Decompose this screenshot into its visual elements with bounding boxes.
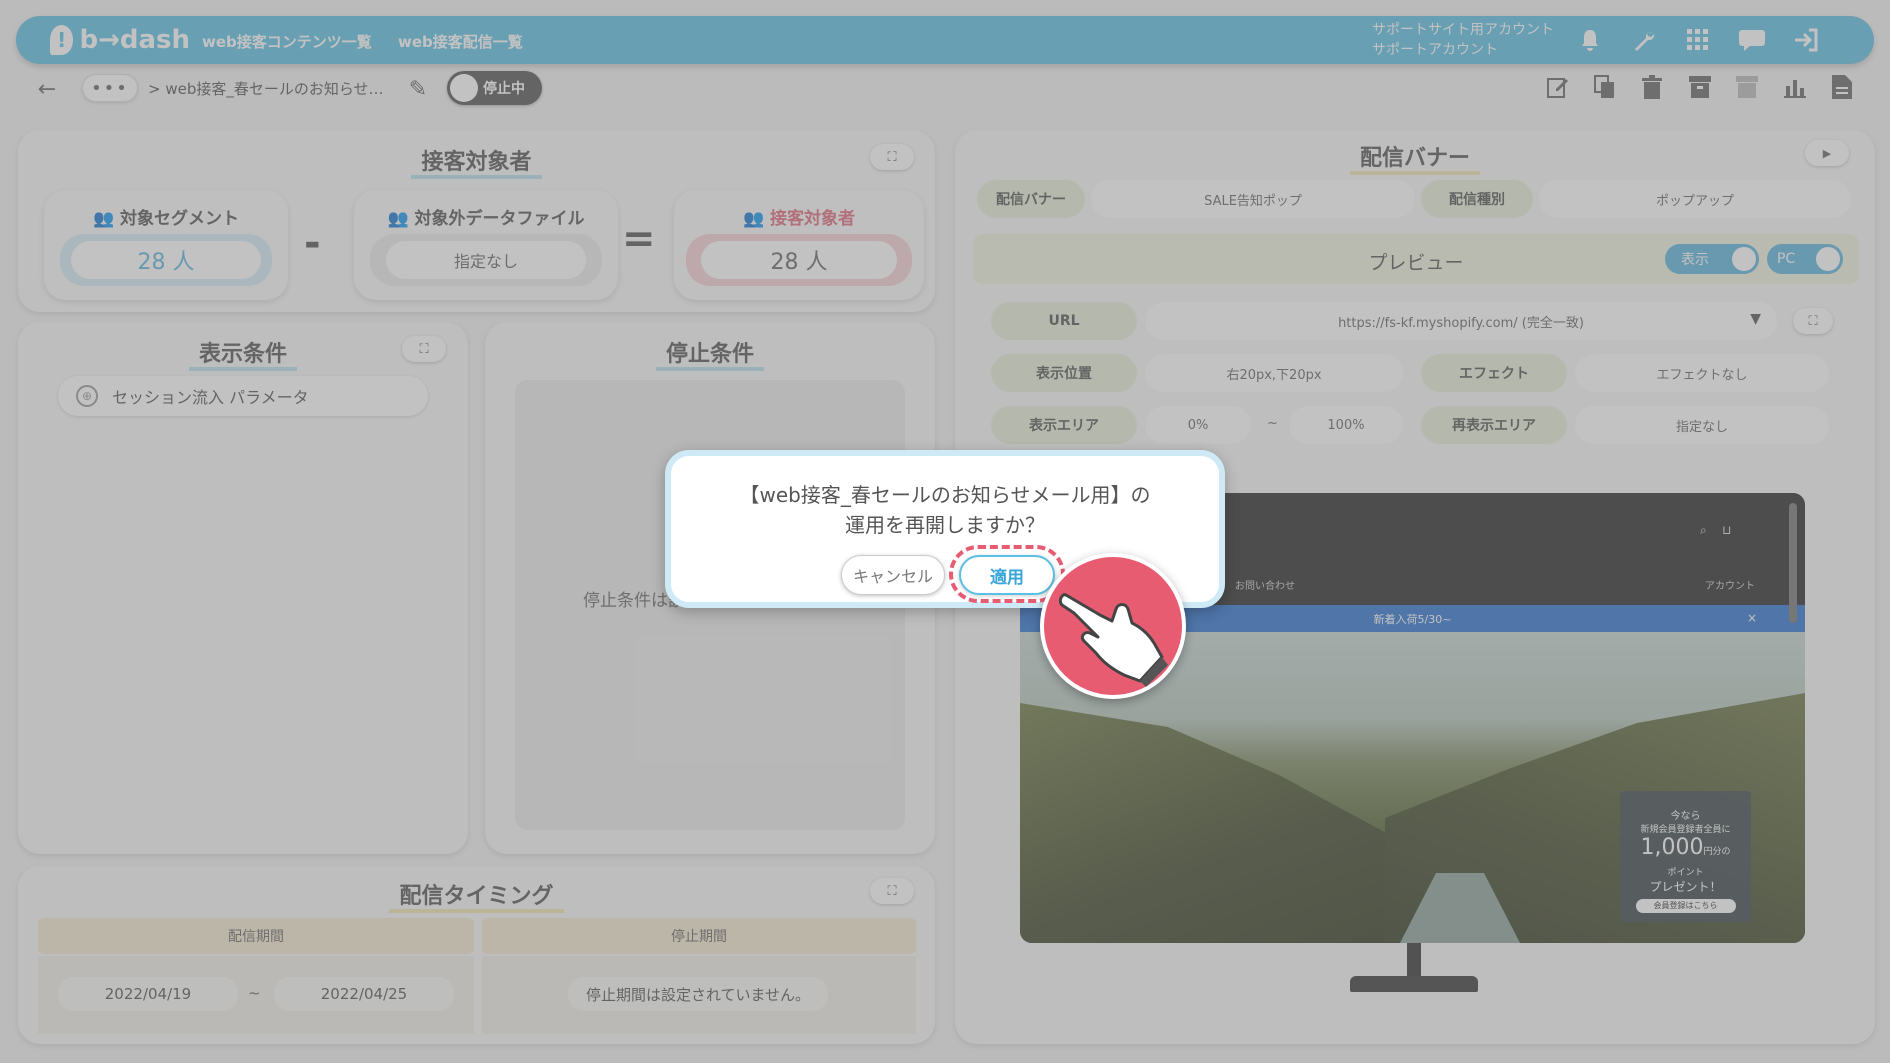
apply-button[interactable]: 適用 [959,555,1055,595]
cancel-button[interactable]: キャンセル [841,555,945,595]
dialog-message: 【web接客_春セールのお知らせメール用】の 運用を再開しますか？ [671,480,1219,540]
dialog-line2: 運用を再開しますか？ [845,513,1045,537]
pointing-hand-icon [1040,553,1186,699]
dialog-line1: 【web接客_春セールのお知らせメール用】の [739,483,1151,507]
